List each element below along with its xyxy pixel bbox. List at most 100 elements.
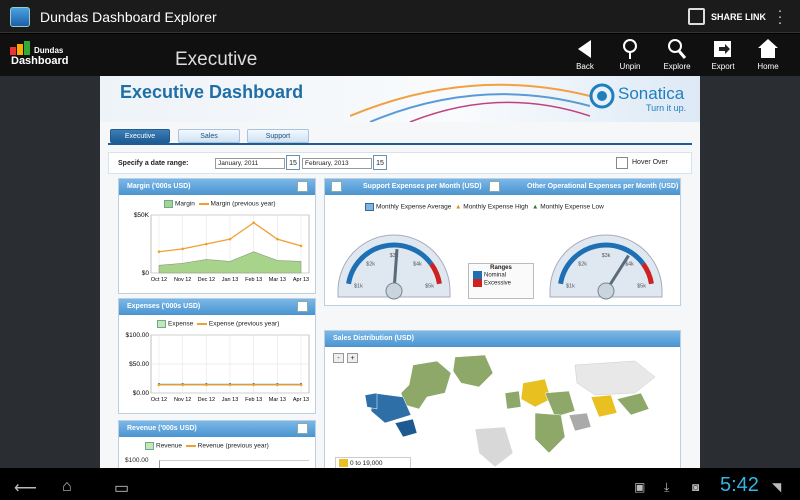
sales-map-header: Sales Distribution (USD) — [325, 331, 680, 347]
x-tick-label: Dec 12 — [198, 277, 215, 283]
gauge-hub — [385, 282, 403, 300]
clock: 5:42 — [720, 474, 759, 496]
expenses-chart[interactable]: $0.00 $50.00 $100.00 Oct 12 Nov 12 Dec 12 Jan … — [119, 331, 315, 413]
date-to-input[interactable]: February, 2013 — [302, 158, 372, 169]
map-legend-label: 0 to 19,000 — [350, 460, 383, 467]
revenue-legend-label: Revenue — [156, 442, 183, 450]
y-tick-label: $100.00 — [126, 332, 150, 339]
excessive-swatch — [473, 279, 482, 287]
previous-year-point — [205, 383, 208, 387]
other-expenses-title: Other Operational Expenses per Month (US… — [527, 183, 679, 190]
gauge-tick-label: $2k — [578, 262, 587, 268]
previous-year-point — [205, 242, 208, 246]
margin-panel-title: Margin ('000s USD) — [127, 183, 191, 190]
dashboard-title: Executive Dashboard — [120, 82, 304, 102]
previous-year-point — [228, 237, 232, 241]
tab-executive[interactable]: Executive — [110, 129, 170, 143]
gauge-tick-label: $4k — [625, 262, 634, 268]
chart-options-icon[interactable] — [489, 181, 500, 192]
gauge-tick-label: $1k — [354, 283, 363, 289]
gauge-tick-label: $4k — [413, 262, 422, 268]
margin-legend-swatch — [164, 200, 173, 208]
revenue-panel-header: Revenue ('000s USD) — [119, 421, 315, 437]
map-zoom-out-button[interactable]: - — [333, 353, 344, 363]
dashboard-canvas: Executive Dashboard Sonatica Turn it up.… — [100, 76, 700, 468]
revenue-legend: Revenue Revenue (previous year) — [145, 442, 269, 450]
margin-prev-legend-label: Margin (previous year) — [210, 200, 276, 208]
y-tick-label: $50K — [134, 212, 150, 219]
tab-sales[interactable]: Sales — [178, 129, 240, 143]
support-expense-gauge[interactable]: $1k$2k$3k$4k$5k — [331, 217, 457, 303]
gauge-hub — [597, 282, 615, 300]
hover-over-icon[interactable] — [616, 157, 628, 169]
unpin-button[interactable]: Unpin — [608, 38, 652, 74]
nav-back-icon[interactable]: ⟵ — [14, 478, 37, 498]
previous-year-point — [157, 383, 161, 387]
calendar-to-icon[interactable]: 15 — [373, 155, 387, 170]
y-tick-label: $50.00 — [129, 361, 149, 368]
expenses-legend-swatch — [157, 320, 166, 328]
share-link-button[interactable]: SHARE LINK — [711, 12, 766, 22]
avg-legend-icon — [365, 203, 374, 211]
revenue-prev-legend-label: Revenue (previous year) — [197, 442, 269, 450]
revenue-panel: Revenue ('000s USD) Revenue Revenue (pre… — [118, 420, 316, 468]
app-title: Dundas Dashboard Explorer — [40, 9, 217, 25]
previous-year-point — [252, 221, 255, 225]
nav-home-icon[interactable]: ⌂ — [62, 478, 72, 496]
x-tick-label: Nov 12 — [174, 397, 191, 403]
chart-options-icon[interactable] — [331, 181, 342, 192]
gauge-legend: Monthly Expense Average ▲ Monthly Expens… — [365, 203, 604, 211]
app-icon — [10, 7, 30, 27]
back-button[interactable]: Back — [563, 38, 607, 74]
margin-chart[interactable]: $0 $50K Oct 12 Nov 12 Dec 12 Jan 13 Feb 13 Mar … — [119, 211, 315, 293]
hover-over-label: Hover Over — [632, 159, 668, 166]
chart-options-icon[interactable] — [297, 181, 308, 192]
tab-support[interactable]: Support — [247, 129, 309, 143]
search-icon — [668, 39, 687, 59]
date-range-label: Specify a date range: — [118, 160, 189, 167]
date-from-input[interactable]: January, 2011 — [215, 158, 285, 169]
revenue-legend-swatch — [145, 442, 154, 450]
left-gutter — [0, 76, 100, 468]
gauge-tick-label: $5k — [425, 283, 434, 289]
back-arrow-icon — [578, 40, 591, 58]
explore-button[interactable]: Explore — [655, 38, 699, 74]
revenue-prev-legend-swatch — [185, 445, 196, 447]
x-tick-label: Dec 12 — [198, 397, 215, 403]
gauge-tick-label: $1k — [566, 283, 575, 289]
export-button[interactable]: Export — [701, 38, 745, 74]
share-link-icon[interactable] — [688, 8, 705, 25]
gauge-tick-label: $3k — [602, 253, 611, 259]
expenses-legend-label: Expense — [168, 320, 194, 328]
expenses-prev-legend-label: Expense (previous year) — [208, 320, 280, 328]
chart-options-icon[interactable] — [297, 423, 308, 434]
calendar-from-icon[interactable]: 15 — [286, 155, 300, 170]
world-map[interactable] — [355, 353, 675, 468]
dundas-logo: Dundas Dashboard — [10, 41, 86, 67]
brand-name: Sonatica — [618, 84, 685, 103]
home-button[interactable]: Home — [746, 38, 790, 74]
page-heading: Executive — [175, 49, 258, 70]
sales-map-panel: Sales Distribution (USD) - + 0 to 19,000 — [324, 330, 681, 468]
camera-notification-icon: ◙ — [692, 480, 700, 494]
overflow-menu-icon[interactable]: · · · — [776, 3, 784, 30]
revenue-plot-area[interactable] — [159, 460, 309, 468]
y-tick-label: $0 — [142, 270, 150, 277]
support-panel-title: Support Expenses per Month (USD) — [363, 183, 482, 190]
previous-year-point — [276, 237, 279, 241]
gauges-panel-header: Support Expenses per Month (USD) Other O… — [325, 179, 680, 195]
download-notification-icon: ⤓ — [664, 480, 670, 494]
nav-recents-icon[interactable]: ▭ — [114, 478, 129, 498]
previous-year-point — [299, 383, 303, 387]
high-legend-icon: ▲ — [455, 203, 462, 211]
x-tick-label: Jan 13 — [222, 397, 239, 403]
x-tick-label: Mar 13 — [269, 277, 286, 283]
chart-options-icon[interactable] — [297, 301, 308, 312]
gallery-notification-icon: ▣ — [634, 480, 646, 494]
other-expense-gauge[interactable]: $1k $2k $3k $4k $5k — [543, 217, 669, 303]
y-tick-label: $0.00 — [133, 390, 150, 397]
wifi-icon: ◥ — [772, 480, 782, 494]
gauge-tick-label: $2k — [366, 262, 375, 268]
tab-underline — [108, 143, 692, 145]
revenue-ytick: $100.00 — [125, 457, 149, 464]
